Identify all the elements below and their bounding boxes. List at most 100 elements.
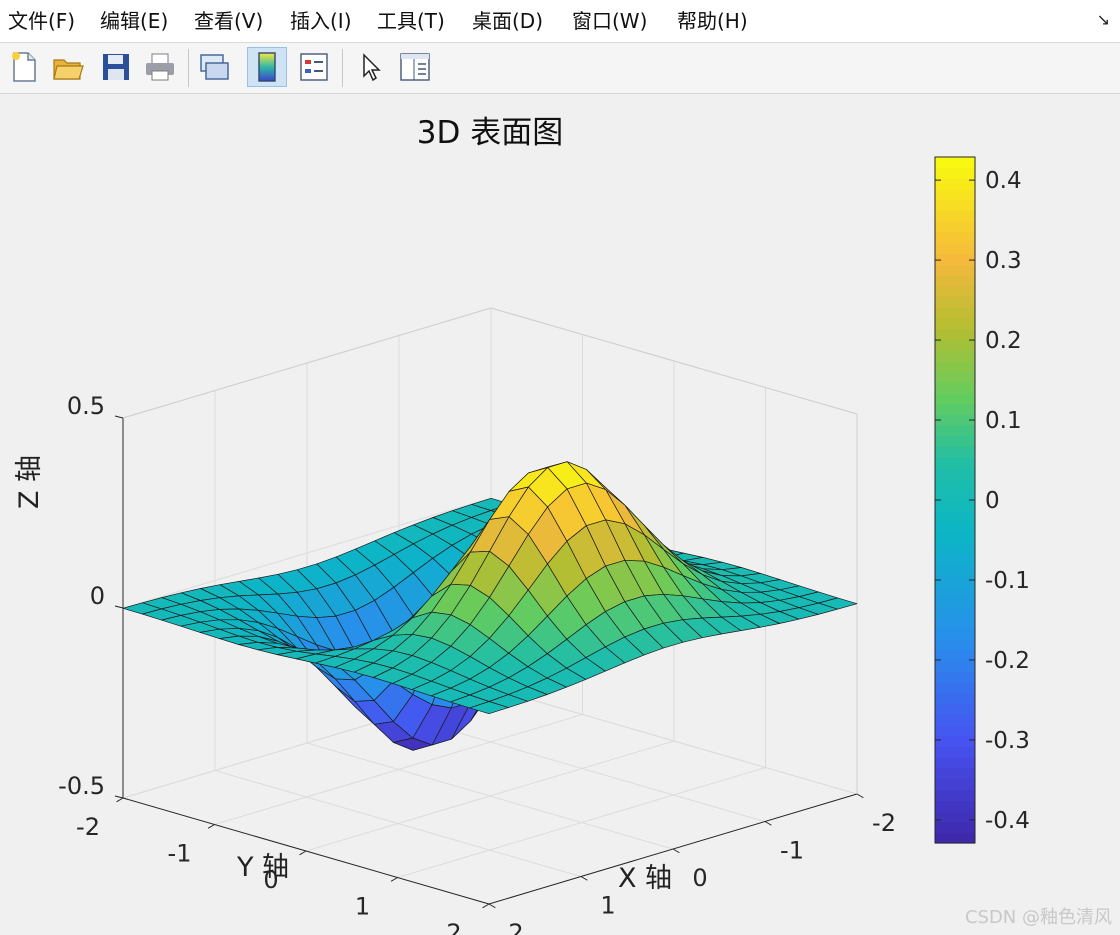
- colorbar-segment: [935, 435, 975, 448]
- colorbar-tick-label: -0.2: [985, 648, 1030, 674]
- figure-canvas: -2 -1 0 1 2 -2 -1 0 1 2 -0.5 0 0.5 0.4 0.3 0.2 0.1 0 -0.1…: [14, 115, 1030, 935]
- x-axis-label: X 轴: [618, 863, 672, 894]
- colorbar-segment: [935, 671, 975, 683]
- z-tick-label: -0.5: [58, 772, 105, 800]
- colorbar-segment: [935, 274, 975, 287]
- z-tick-mark: [114, 415, 124, 419]
- x-tick-mark: [116, 797, 124, 803]
- colorbar-segment: [935, 328, 975, 340]
- x-tick-mark: [482, 903, 490, 909]
- colorbar-segment: [935, 307, 975, 319]
- y-tick-label: 2: [508, 919, 523, 935]
- colorbar-segment: [935, 221, 975, 233]
- y-tick-mark: [764, 821, 772, 826]
- colorbar-segment: [935, 735, 975, 748]
- grid-line: [306, 742, 674, 850]
- colorbar-segment: [935, 446, 975, 458]
- colorbar-segment: [935, 264, 975, 276]
- colorbar-segment: [935, 424, 975, 437]
- colorbar-segment: [935, 607, 975, 619]
- z-tick-mark: [114, 795, 124, 799]
- x-tick-label: 2: [446, 919, 461, 935]
- colorbar-tick-label: 0.2: [985, 328, 1022, 354]
- colorbar-tick-label: 0.3: [985, 248, 1022, 274]
- colorbar-segment: [935, 553, 975, 565]
- colorbar-segment: [935, 585, 975, 598]
- colorbar-segment: [935, 500, 975, 512]
- y-tick-mark: [488, 903, 496, 909]
- colorbar-tick-label: 0.1: [985, 408, 1022, 434]
- colorbar-segment: [935, 692, 975, 705]
- colorbar-tick-label: -0.4: [985, 808, 1030, 834]
- y-tick-mark: [856, 793, 864, 799]
- y-axis-label: Y 轴: [236, 852, 289, 883]
- y-tick-mark: [580, 876, 588, 881]
- colorbar-segment: [935, 253, 975, 265]
- colorbar-segment: [935, 403, 975, 415]
- colorbar-tick-label: 0.4: [985, 168, 1022, 194]
- colorbar-segment: [935, 467, 975, 480]
- colorbar-tick-label: -0.1: [985, 568, 1030, 594]
- surface-plot: [122, 461, 858, 751]
- x-tick-mark: [207, 824, 215, 829]
- colorbar-segment: [935, 810, 975, 823]
- colorbar-segment: [935, 242, 975, 255]
- watermark: CSDN @釉色清风: [964, 907, 1112, 928]
- colorbar-segment: [935, 296, 975, 308]
- y-tick-label: -2: [872, 809, 896, 837]
- colorbar[interactable]: 0.4 0.3 0.2 0.1 0 -0.1 -0.2 -0.3 -0.4: [934, 156, 1030, 844]
- colorbar-segment: [935, 478, 975, 490]
- colorbar-segment: [935, 349, 975, 362]
- colorbar-segment: [935, 317, 975, 330]
- x-tick-label: 1: [355, 893, 370, 921]
- colorbar-segment: [935, 746, 975, 758]
- colorbar-segment: [935, 767, 975, 780]
- colorbar-segment: [935, 285, 975, 297]
- colorbar-segment: [935, 596, 975, 608]
- colorbar-tick-label: -0.3: [985, 728, 1030, 754]
- colorbar-segment: [935, 167, 975, 180]
- colorbar-segment: [935, 725, 975, 737]
- colorbar-segment: [935, 532, 975, 544]
- colorbar-segment: [935, 489, 975, 501]
- y-tick-label: 0: [692, 864, 707, 892]
- colorbar-segment: [935, 628, 975, 640]
- colorbar-segment: [935, 510, 975, 523]
- x-tick-label: -1: [168, 840, 192, 868]
- colorbar-segment: [935, 360, 975, 372]
- y-tick-mark: [672, 848, 680, 854]
- colorbar-segment: [935, 778, 975, 791]
- z-axis-label: Z 轴: [14, 455, 45, 509]
- colorbar-segment: [935, 457, 975, 469]
- colorbar-tick-label: 0: [985, 488, 1000, 514]
- x-tick-mark: [299, 850, 307, 856]
- colorbar-segment: [935, 189, 975, 201]
- colorbar-segment: [935, 564, 975, 576]
- colorbar-segment: [935, 232, 975, 244]
- colorbar-segment: [935, 703, 975, 715]
- colorbar-segment: [935, 821, 975, 833]
- colorbar-segment: [935, 682, 975, 694]
- colorbar-segment: [935, 575, 975, 587]
- colorbar-segment: [935, 639, 975, 651]
- x-tick-mark: [390, 877, 398, 882]
- colorbar-segment: [935, 392, 975, 405]
- colorbar-segment: [935, 789, 975, 801]
- colorbar-segment: [935, 371, 975, 383]
- z-tick-label: 0.5: [67, 392, 105, 420]
- colorbar-segment: [935, 521, 975, 533]
- colorbar-segment: [935, 199, 975, 212]
- y-tick-label: 1: [600, 892, 615, 920]
- z-tick-mark: [114, 605, 124, 609]
- colorbar-segment: [935, 660, 975, 673]
- colorbar-segment: [935, 542, 975, 555]
- colorbar-segment: [935, 714, 975, 726]
- colorbar-segment: [935, 617, 975, 630]
- z-tick-label: 0: [90, 582, 105, 610]
- colorbar-segment: [935, 757, 975, 769]
- y-tick-label: -1: [780, 837, 804, 865]
- colorbar-segment: [935, 382, 975, 394]
- colorbar-segment: [935, 157, 975, 169]
- colorbar-segment: [935, 210, 975, 222]
- chart-title: 3D 表面图: [417, 115, 563, 151]
